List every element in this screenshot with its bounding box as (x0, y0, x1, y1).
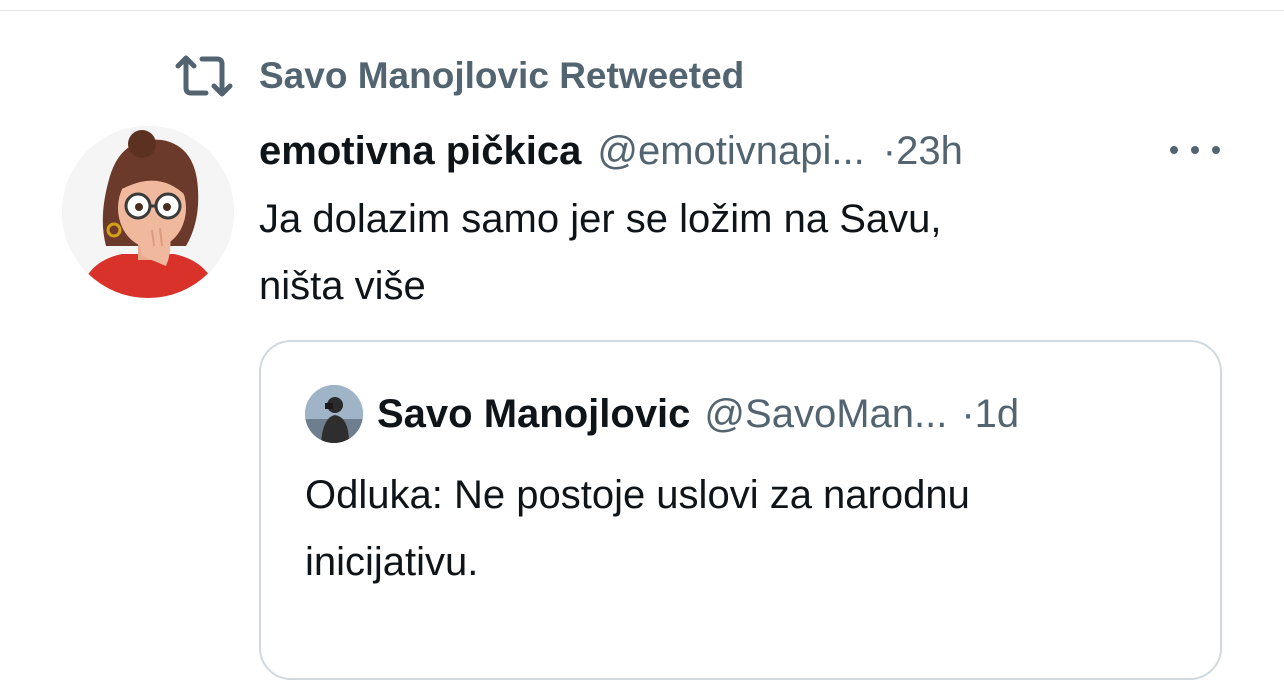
author-name[interactable]: emotivna pičkica (259, 129, 581, 174)
quoted-text-line: Odluka: Ne postoje uslovi za narodnu (305, 473, 970, 517)
quoted-author-name[interactable]: Savo Manojlovic (377, 392, 690, 437)
quoted-tweet-text: Odluka: Ne postoje uslovi za narodnu ini… (305, 462, 1185, 596)
dot (1212, 146, 1220, 154)
tweet-header: emotivna pičkica @emotivnapi... ·23h (259, 124, 963, 178)
quoted-author-handle[interactable]: @SavoMan... (704, 392, 947, 437)
tweet-text-line: Ja dolazim samo jer se ložim na Savu, (259, 197, 942, 241)
dot (1170, 146, 1178, 154)
author-avatar[interactable] (62, 126, 234, 298)
tweet-text: Ja dolazim samo jer se ložim na Savu, ni… (259, 186, 1159, 320)
quoted-tweet-header: Savo Manojlovic @SavoMan... ·1d (305, 385, 1019, 443)
quoted-tweet-timestamp[interactable]: ·1d (961, 392, 1019, 437)
tweet-timestamp[interactable]: ·23h (883, 129, 963, 174)
quoted-tweet-card[interactable]: Savo Manojlovic @SavoMan... ·1d Odluka: … (259, 340, 1222, 680)
photo-avatar-image (305, 385, 363, 443)
retweet-context[interactable]: Savo Manojlovic Retweeted (174, 52, 744, 100)
top-divider (0, 10, 1284, 11)
more-dots-icon[interactable] (1170, 140, 1220, 160)
memoji-avatar-image (62, 126, 234, 298)
retweet-icon (174, 53, 236, 99)
quoted-text-line: inicijativu. (305, 540, 479, 584)
dot (1191, 146, 1199, 154)
tweet-text-line: ništa više (259, 264, 426, 308)
retweet-label[interactable]: Savo Manojlovic Retweeted (259, 55, 744, 97)
quoted-author-avatar[interactable] (305, 385, 363, 443)
author-handle[interactable]: @emotivnapi... (597, 129, 864, 174)
